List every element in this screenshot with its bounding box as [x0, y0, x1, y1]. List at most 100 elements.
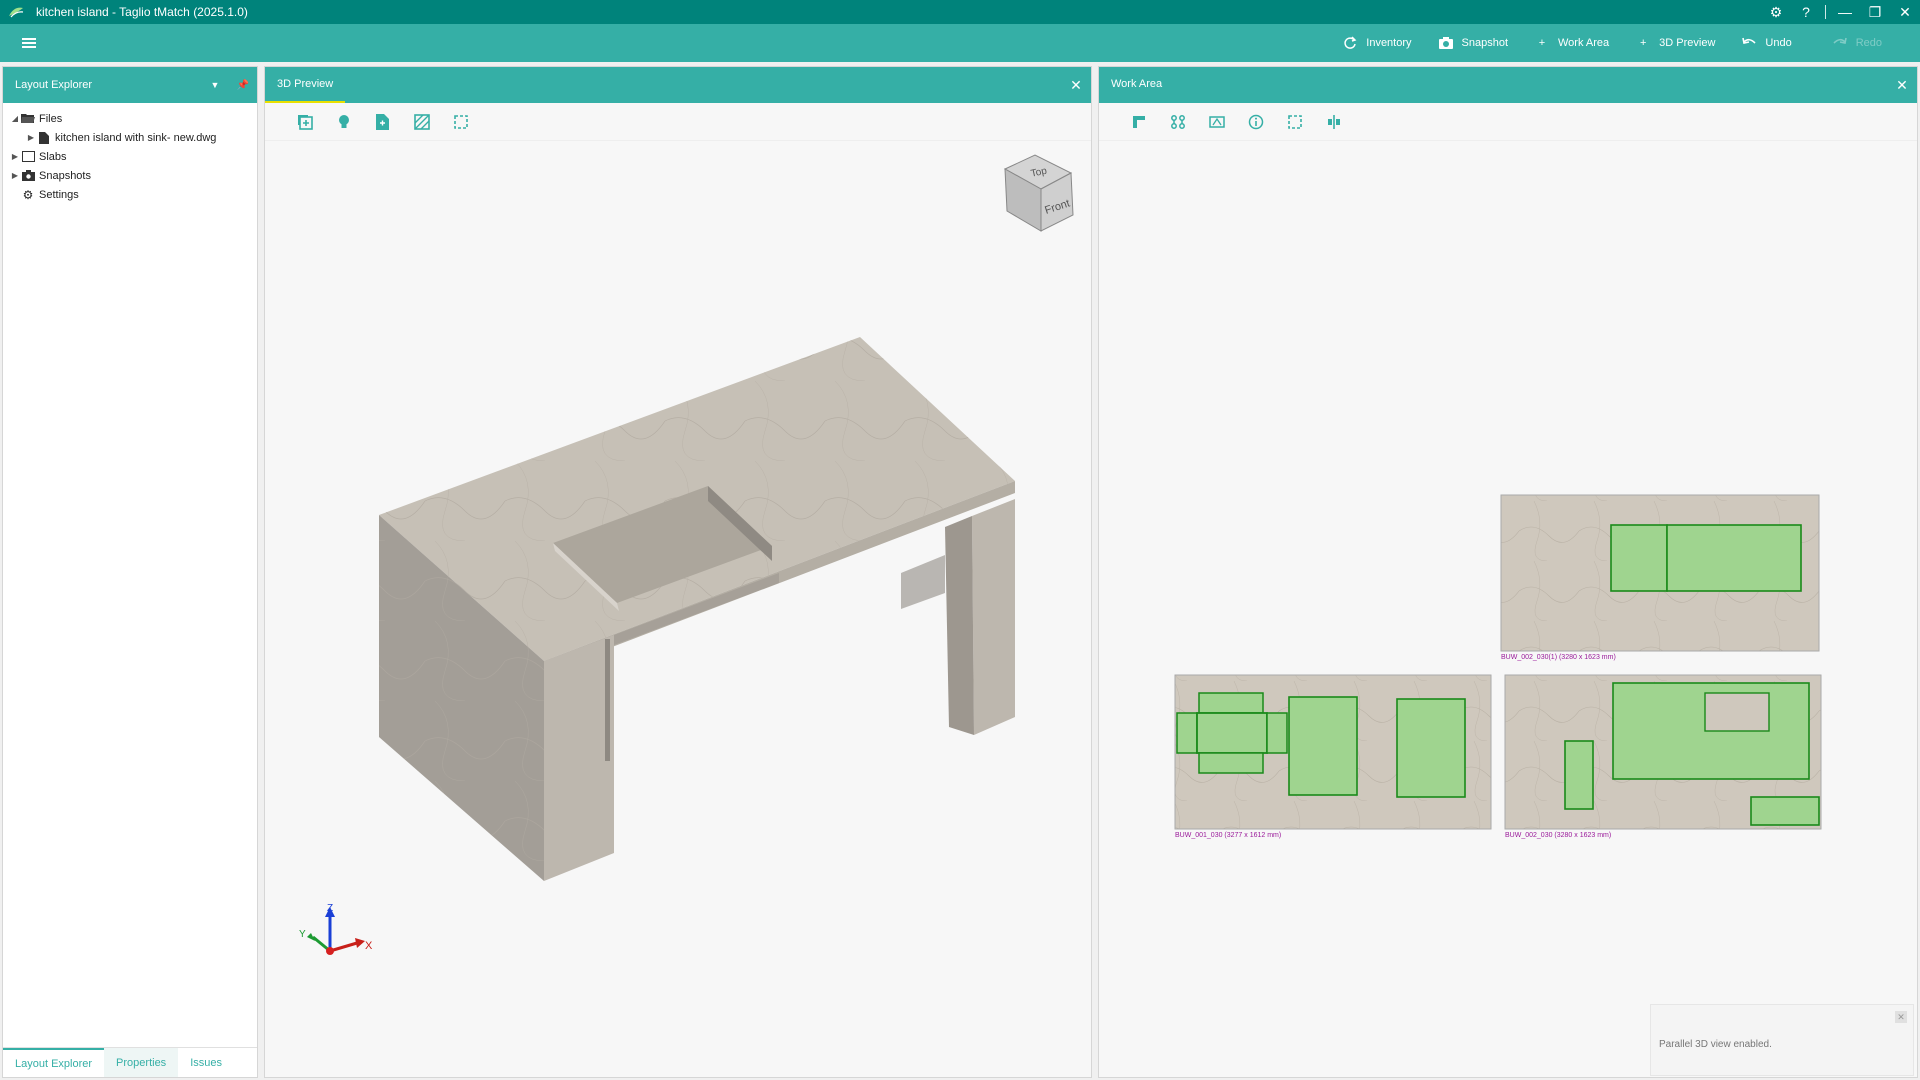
pin-icon[interactable]: 📌 [229, 80, 257, 91]
ribbon-toolbar: Inventory Snapshot + Work Area + 3D Prev… [0, 24, 1920, 62]
close-work-area-icon[interactable]: ✕ [1887, 67, 1917, 103]
piece[interactable] [1198, 692, 1264, 714]
work-area-header: Work Area ✕ [1099, 67, 1917, 103]
slab-layout: BUW_002_030(1) (3280 x 1623 mm) BUW_001_… [1174, 494, 1822, 839]
layout-explorer-title: Layout Explorer [15, 79, 93, 91]
kitchen-island-model[interactable] [265, 141, 1091, 1041]
3d-preview-panel: 3D Preview ✕ Top Front Z X Y [264, 66, 1092, 1078]
toast-close-icon[interactable]: ✕ [1895, 1011, 1907, 1023]
info-icon[interactable] [1236, 107, 1275, 137]
undo-icon [1741, 35, 1757, 51]
tree-node-slabs[interactable]: ▶ Slabs [3, 147, 257, 166]
tree-node-file[interactable]: ▶ kitchen island with sink- new.dwg [3, 128, 257, 147]
tree-label-slabs: Slabs [39, 150, 67, 163]
3d-preview-label: 3D Preview [1659, 37, 1716, 49]
piece[interactable] [1666, 524, 1802, 592]
toast-message: Parallel 3D view enabled. [1659, 1039, 1772, 1050]
slab-icon [21, 151, 35, 163]
slab-2[interactable]: BUW_001_030 (3277 x 1612 mm) [1174, 674, 1492, 839]
piece[interactable] [1288, 696, 1358, 796]
slab-3-label: BUW_002_030 (3280 x 1623 mm) [1505, 832, 1611, 839]
selection-box-icon[interactable] [1275, 107, 1314, 137]
axis-z-label: Z [327, 903, 333, 914]
tab-properties[interactable]: Properties [104, 1048, 179, 1077]
minimize-icon[interactable]: — [1830, 0, 1860, 24]
titlebar-divider [1825, 5, 1826, 19]
work-area-toolbar [1099, 103, 1917, 141]
title-bar: kitchen island - Taglio tMatch (2025.1.0… [0, 0, 1920, 24]
redo-icon [1832, 35, 1848, 51]
tree-node-files[interactable]: ◢ Files [3, 109, 257, 128]
undo-button[interactable]: Undo [1741, 24, 1831, 62]
hamburger-menu-button[interactable] [0, 24, 58, 62]
3d-preview-button[interactable]: + 3D Preview [1635, 24, 1741, 62]
slab-2-label: BUW_001_030 (3277 x 1612 mm) [1175, 832, 1281, 839]
snapshot-label: Snapshot [1461, 37, 1508, 49]
tree-label-snapshots: Snapshots [39, 169, 91, 182]
piece[interactable] [1750, 796, 1820, 826]
close-3d-preview-icon[interactable]: ✕ [1061, 67, 1091, 103]
slab-3[interactable]: BUW_002_030 (3280 x 1623 mm) [1504, 674, 1822, 839]
collapse-caret-icon[interactable]: ▶ [25, 133, 37, 142]
split-distribute-icon[interactable] [1314, 107, 1353, 137]
nesting-tree-icon[interactable] [1158, 107, 1197, 137]
add-view-icon[interactable] [285, 107, 324, 137]
expand-caret-icon[interactable]: ◢ [9, 114, 21, 123]
tree-node-snapshots[interactable]: ▶ Snapshots [3, 166, 257, 185]
slab-1[interactable]: BUW_002_030(1) (3280 x 1623 mm) [1500, 494, 1820, 661]
texture-hatch-icon[interactable] [402, 107, 441, 137]
tab-3d-preview[interactable]: 3D Preview [265, 67, 346, 103]
piece[interactable] [1564, 740, 1594, 810]
app-logo-icon [9, 7, 24, 18]
tab-issues[interactable]: Issues [178, 1048, 234, 1077]
3d-preview-tab-label: 3D Preview [277, 78, 334, 90]
inventory-button[interactable]: Inventory [1342, 24, 1437, 62]
lightbulb-icon[interactable] [324, 107, 363, 137]
gear-icon: ⚙ [22, 187, 34, 202]
piece[interactable] [1196, 712, 1268, 754]
work-area-canvas[interactable]: BUW_002_030(1) (3280 x 1623 mm) BUW_001_… [1099, 141, 1917, 1077]
undo-label: Undo [1765, 37, 1792, 49]
piece[interactable] [1610, 524, 1668, 592]
axis-y-label: Y [299, 929, 306, 940]
selection-box-icon[interactable] [441, 107, 480, 137]
redo-button[interactable]: Redo [1832, 24, 1920, 62]
slab-measure-icon[interactable] [1197, 107, 1236, 137]
help-icon[interactable]: ? [1791, 0, 1821, 24]
slab-1-label: BUW_002_030(1) (3280 x 1623 mm) [1501, 654, 1616, 661]
piece[interactable] [1198, 752, 1264, 774]
work-area-button[interactable]: + Work Area [1534, 24, 1635, 62]
camera-icon [1438, 35, 1454, 51]
tree-label-file: kitchen island with sink- new.dwg [55, 131, 217, 144]
snapshot-button[interactable]: Snapshot [1438, 24, 1534, 62]
export-file-icon[interactable] [363, 107, 402, 137]
close-window-icon[interactable]: ✕ [1890, 0, 1920, 24]
sink-cutout[interactable] [1704, 692, 1770, 732]
notification-toast: ✕ Parallel 3D view enabled. [1650, 1004, 1914, 1076]
work-area-panel: Work Area ✕ BUW_002_030(1) (3280 x 1623 … [1098, 66, 1918, 1078]
piece[interactable] [1396, 698, 1466, 798]
plus-icon: + [1538, 37, 1546, 49]
collapse-caret-icon[interactable]: ▶ [9, 171, 21, 180]
tab-layout-explorer[interactable]: Layout Explorer [3, 1048, 105, 1077]
file-icon [37, 131, 51, 144]
layout-explorer-header: Layout Explorer ▼ 📌 [3, 67, 257, 103]
axis-triad: Z X Y [299, 903, 373, 955]
inventory-label: Inventory [1366, 37, 1412, 49]
tree-node-settings[interactable]: ⚙ Settings [3, 185, 257, 204]
3d-preview-header: 3D Preview ✕ [265, 67, 1091, 103]
work-area-tab-label: Work Area [1111, 78, 1163, 90]
dropdown-chevron-icon[interactable]: ▼ [201, 80, 229, 90]
settings-gear-icon[interactable]: ⚙ [1761, 0, 1791, 24]
tree-label-files: Files [39, 112, 63, 125]
layout-explorer-panel: Layout Explorer ▼ 📌 ◢ Files ▶ kitchen is… [2, 66, 258, 1078]
piece[interactable] [1176, 712, 1198, 754]
3d-preview-toolbar [265, 103, 1091, 141]
3d-viewport[interactable]: Top Front Z X Y [265, 141, 1091, 1077]
piece[interactable] [1266, 712, 1288, 754]
align-corner-icon[interactable] [1119, 107, 1158, 137]
redo-label: Redo [1855, 37, 1882, 49]
restore-icon[interactable]: ❐ [1860, 0, 1890, 24]
tab-work-area[interactable]: Work Area [1099, 67, 1175, 103]
collapse-caret-icon[interactable]: ▶ [9, 152, 21, 161]
